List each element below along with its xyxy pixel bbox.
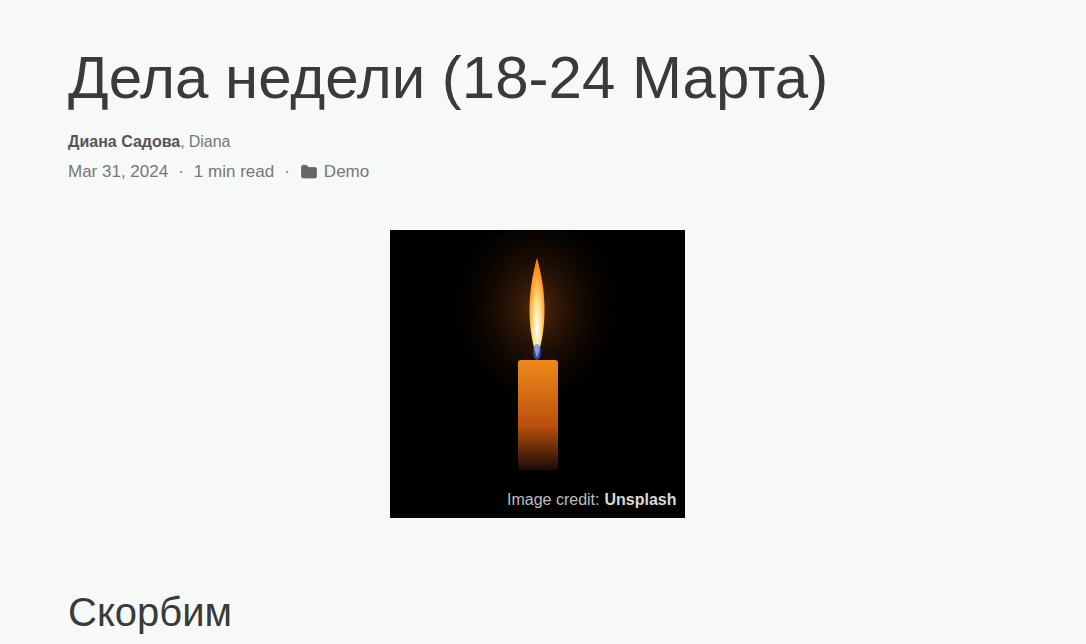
post-meta: Mar 31, 2024 · 1 min read · Demo	[68, 162, 1018, 182]
post-image: Image credit:Unsplash	[390, 230, 685, 518]
image-credit: Image credit:Unsplash	[507, 490, 677, 510]
post-authors: Диана Садова,Diana	[68, 132, 1018, 152]
page: Дела недели (18-24 Марта) Диана Садова,Di…	[0, 0, 1086, 644]
meta-separator: ·	[284, 162, 290, 182]
author[interactable]: Диана Садова,	[68, 133, 189, 150]
image-row: Image credit:Unsplash	[68, 230, 1018, 518]
candle-icon	[390, 230, 685, 518]
meta-separator: ·	[178, 162, 184, 182]
image-credit-link[interactable]: Unsplash	[604, 491, 676, 508]
section-heading: Скорбим	[68, 590, 1018, 634]
read-time: 1 min read	[194, 162, 274, 182]
author[interactable]: Diana	[189, 133, 231, 150]
post-title: Дела недели (18-24 Марта)	[68, 42, 1018, 114]
folder-icon	[300, 163, 318, 181]
category-link[interactable]: Demo	[300, 162, 369, 182]
post-date: Mar 31, 2024	[68, 162, 168, 182]
